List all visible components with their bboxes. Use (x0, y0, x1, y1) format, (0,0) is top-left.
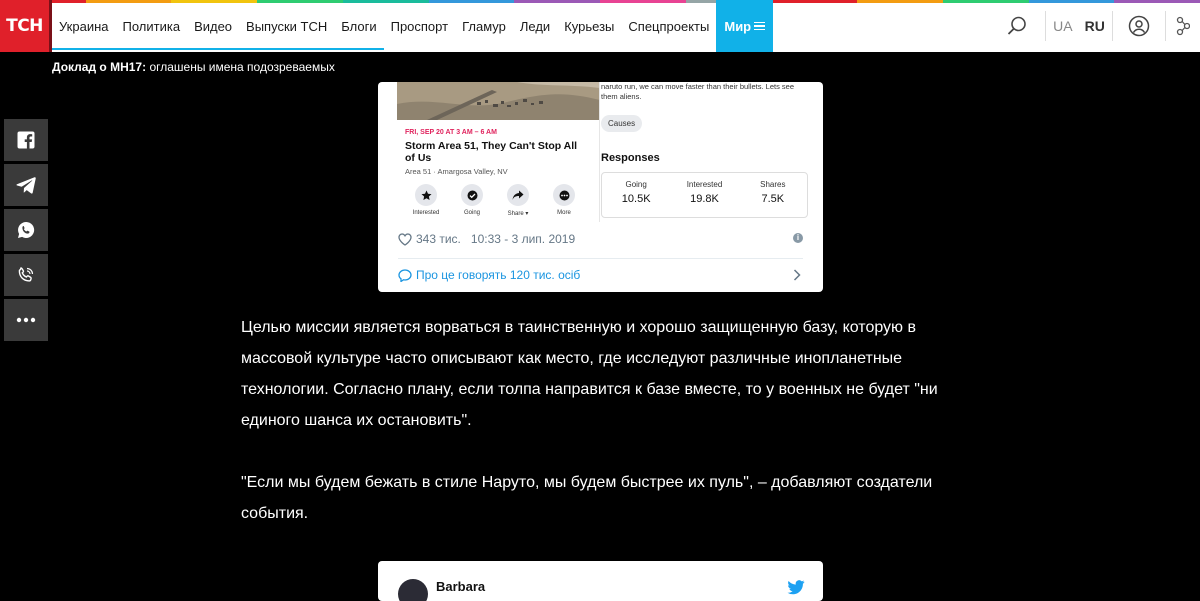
logo-text: ТСН (6, 16, 43, 36)
info-icon[interactable]: i (793, 233, 803, 243)
more-label: More (557, 210, 571, 216)
causes-chip[interactable]: Causes (601, 115, 643, 132)
nav-item-tsn-episodes[interactable]: Выпуски ТСН (239, 0, 334, 52)
conversation-link[interactable]: Про це говорять 120 тис. осіб (398, 268, 580, 282)
share-label: Share ▾ (507, 211, 529, 217)
lang-ua[interactable]: UA (1047, 18, 1078, 34)
strip-segment (771, 0, 858, 3)
tweet-meta: 343 тис. 10:33 - 3 лип. 2019 (398, 232, 575, 246)
event-actions: Interested Going Share ▾ More (405, 184, 585, 217)
nav-item-glamour[interactable]: Гламур (455, 0, 513, 52)
embedded-tweet[interactable]: Barbara (378, 561, 823, 601)
tweet-timestamp[interactable]: 10:33 - 3 лип. 2019 (471, 232, 575, 246)
share-facebook-button[interactable] (4, 119, 48, 161)
responses-shares-label: Shares (760, 180, 786, 189)
nav-item-video[interactable]: Видео (187, 0, 239, 52)
responses-interested: Interested 19.8K (670, 173, 738, 217)
more-button[interactable]: More (543, 184, 585, 217)
star-icon (421, 190, 431, 200)
heart-icon[interactable] (398, 232, 412, 246)
share-telegram-button[interactable] (4, 164, 48, 206)
top-story-text: оглашены имена подозреваемых (146, 60, 335, 74)
event-description: naruto run, we can move faster than thei… (601, 82, 795, 101)
top-story-bold: Доклад о МН17: (52, 60, 147, 74)
tweet-author-name[interactable]: Barbara (436, 579, 485, 594)
top-story-link[interactable]: Доклад о МН17: оглашены имена подозревае… (52, 60, 335, 74)
whatsapp-icon (18, 221, 35, 238)
language-switcher: UA RU (1046, 0, 1112, 52)
top-navigation: ТСН Украина Политика Видео Выпуски ТСН Б… (0, 0, 1200, 52)
like-count[interactable]: 343 тис. (416, 232, 461, 246)
responses-shares-value: 7.5K (761, 193, 785, 205)
more-icon (16, 317, 36, 323)
menu-icon (754, 20, 766, 33)
avatar[interactable] (398, 579, 428, 601)
article-paragraph: Целью миссии является ворваться в таинст… (241, 319, 938, 429)
strip-segment (857, 0, 943, 3)
nav-item-blogs[interactable]: Блоги (334, 0, 383, 52)
event-title: Storm Area 51, They Can't Stop All of Us (405, 140, 578, 164)
share-viber-button[interactable] (4, 254, 48, 296)
going-button[interactable]: Going (451, 184, 493, 217)
responses-interested-value: 19.8K (690, 193, 719, 205)
twitter-bird-icon[interactable] (787, 580, 805, 600)
responses-going: Going 10.5K (602, 173, 670, 217)
nav-item-politics[interactable]: Политика (116, 0, 188, 52)
lang-ru[interactable]: RU (1079, 18, 1111, 34)
search-button[interactable] (989, 0, 1045, 52)
user-icon (1128, 15, 1150, 37)
viber-icon (18, 267, 34, 282)
share-arrow-icon (512, 190, 524, 200)
nav-progress-underline (52, 48, 384, 50)
article-paragraph: "Если мы будем бежать в стиле Наруто, мы… (241, 474, 933, 522)
divider (398, 258, 803, 259)
share-more-button[interactable] (4, 299, 48, 341)
responses-interested-label: Interested (686, 180, 723, 189)
embedded-tweet[interactable]: FRI, SEP 20 AT 3 AM – 6 AM Storm Area 51… (378, 82, 823, 292)
header-tools: UA RU (989, 0, 1200, 52)
responses-box: Going 10.5K Interested 19.8K Shares 7.5K (601, 172, 808, 218)
nav-item-ladies[interactable]: Леди (513, 0, 557, 52)
nav-item-prosport[interactable]: Проспорт (384, 0, 455, 52)
search-icon (1007, 16, 1026, 35)
check-circle-icon (467, 190, 477, 200)
responses-shares: Shares 7.5K (739, 173, 807, 217)
nav-item-curious[interactable]: Курьезы (557, 0, 621, 52)
responses-title: Responses (601, 152, 660, 164)
event-date: FRI, SEP 20 AT 3 AM – 6 AM (405, 129, 497, 136)
share-whatsapp-button[interactable] (4, 209, 48, 251)
main-nav: Украина Политика Видео Выпуски ТСН Блоги… (52, 0, 774, 52)
nav-item-world-label: Мир (724, 18, 752, 34)
interested-label: Interested (412, 210, 440, 216)
account-button[interactable] (1113, 0, 1165, 52)
area51-aerial-image (397, 82, 600, 120)
conversation-text: Про це говорять 120 тис. осіб (416, 268, 581, 282)
tsn-logo[interactable]: ТСН (0, 0, 52, 52)
telegram-icon (16, 177, 36, 194)
share-button[interactable]: Share ▾ (497, 184, 539, 217)
share-sidebar (4, 119, 48, 344)
nav-item-world[interactable]: Мир (716, 0, 774, 52)
nav-item-ukraine[interactable]: Украина (52, 0, 116, 52)
event-divider (599, 82, 600, 222)
facebook-icon (17, 131, 35, 149)
responses-going-label: Going (625, 180, 647, 189)
nav-item-special-projects[interactable]: Спецпроекты (621, 0, 716, 52)
comment-icon (398, 268, 412, 282)
share-menu-button[interactable] (1166, 0, 1200, 52)
more-dots-icon (559, 190, 569, 200)
share-icon (1176, 16, 1190, 36)
event-cover-image (397, 82, 600, 120)
chevron-right-icon[interactable] (793, 268, 801, 284)
interested-button[interactable]: Interested (405, 184, 447, 217)
going-label: Going (463, 210, 480, 216)
responses-going-value: 10.5K (621, 193, 651, 205)
event-location: Area 51 · Amargosa Valley, NV (405, 167, 508, 176)
